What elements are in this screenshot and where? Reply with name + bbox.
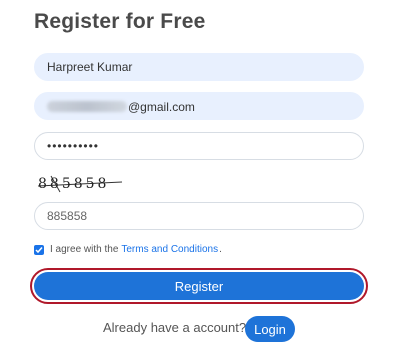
terms-link[interactable]: Terms and Conditions [121, 244, 218, 255]
checkmark-icon [35, 246, 43, 253]
already-account-text: Already have a account? [103, 320, 247, 335]
email-input[interactable]: @gmail.com [34, 92, 364, 120]
captcha-image: 885858 [36, 172, 126, 194]
terms-checkbox[interactable] [34, 244, 44, 255]
terms-agreement: I agree with the Terms and Conditions . [34, 244, 222, 255]
captcha-input[interactable] [34, 202, 364, 230]
register-button[interactable]: Register [34, 272, 364, 300]
password-input[interactable] [34, 132, 364, 160]
page-title: Register for Free [34, 10, 206, 33]
email-domain-text: @gmail.com [128, 100, 195, 114]
terms-prefix: I agree with the [50, 244, 119, 255]
captcha-text: 885858 [38, 176, 109, 192]
name-input[interactable] [34, 53, 364, 81]
email-username-blurred [47, 101, 127, 112]
register-form: Register for Free @gmail.com 885858 I ag… [0, 0, 400, 359]
terms-suffix: . [219, 244, 222, 255]
login-button[interactable]: Login [245, 316, 295, 342]
